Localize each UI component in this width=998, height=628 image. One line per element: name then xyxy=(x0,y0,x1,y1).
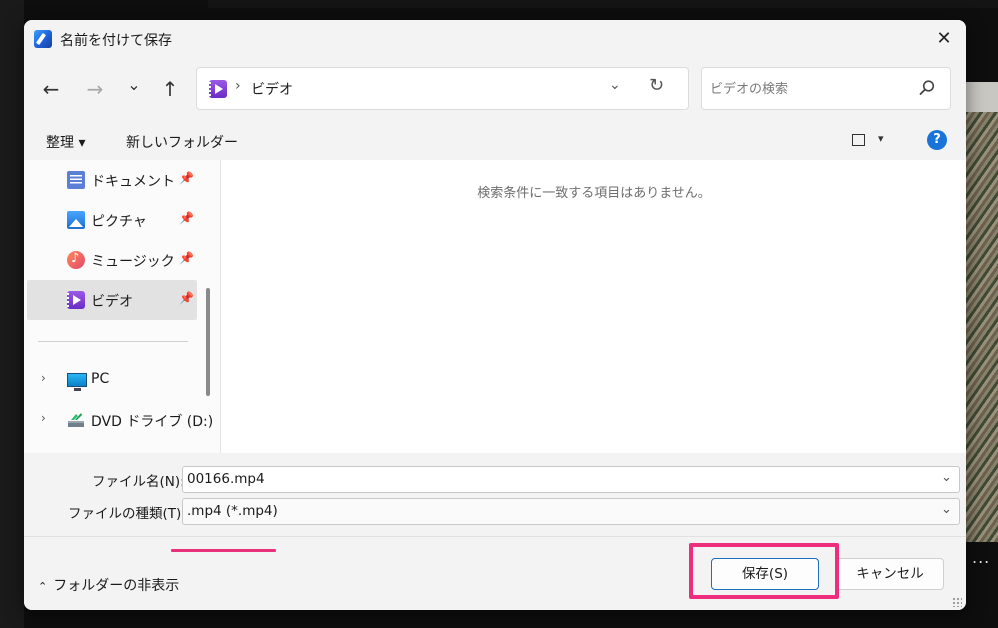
pin-icon: 📌 xyxy=(179,171,194,185)
videos-icon xyxy=(67,291,85,309)
videos-icon xyxy=(209,80,227,98)
footer-divider xyxy=(24,536,966,537)
hide-folders-label: フォルダーの非表示 xyxy=(53,578,180,594)
expand-chevron-icon[interactable]: › xyxy=(41,411,46,425)
empty-message: 検索条件に一致する項目はありません。 xyxy=(477,186,711,201)
chevron-down-icon[interactable]: ⌄ xyxy=(941,502,952,517)
sidebar-scrollbar[interactable] xyxy=(206,288,210,396)
dialog-title: 名前を付けて保存 xyxy=(60,33,172,49)
view-options-icon[interactable] xyxy=(852,134,865,146)
forward-button[interactable]: → xyxy=(82,77,108,101)
pictures-icon xyxy=(67,211,85,229)
save-highlight-annotation xyxy=(689,543,839,599)
organize-button[interactable]: 整理 ▾ xyxy=(46,132,85,152)
sidebar-divider xyxy=(38,341,188,342)
search-box[interactable] xyxy=(701,67,951,110)
more-options-icon[interactable]: ... xyxy=(972,548,990,567)
breadcrumb-videos[interactable]: ビデオ xyxy=(251,79,293,99)
background-photo-top xyxy=(964,82,998,112)
refresh-icon[interactable]: ↻ xyxy=(649,75,664,96)
cancel-button[interactable]: キャンセル xyxy=(836,558,944,590)
content-area: ドキュメント 📌 ピクチャ 📌 ミュージック 📌 ビデオ 📌 › xyxy=(24,160,966,453)
chevron-down-icon[interactable]: ⌄ xyxy=(941,470,952,485)
sidebar-item-pc[interactable]: › PC xyxy=(27,360,197,400)
sidebar-item-pictures[interactable]: ピクチャ 📌 xyxy=(27,200,197,240)
pc-icon xyxy=(67,373,87,391)
filetype-underline-annotation xyxy=(171,549,276,552)
back-button[interactable]: ← xyxy=(38,77,64,101)
music-icon xyxy=(67,251,85,269)
view-options-dropdown-icon[interactable]: ▾ xyxy=(878,132,884,145)
address-bar[interactable]: › ビデオ ⌄ ↻ xyxy=(196,67,689,110)
sidebar-item-label: ミュージック xyxy=(91,254,175,270)
sidebar-item-label: ピクチャ xyxy=(91,214,147,230)
sidebar-item-label: PC xyxy=(91,371,110,387)
filetype-select[interactable]: .mp4 (*.mp4) ⌄ xyxy=(182,498,960,525)
app-icon xyxy=(34,30,52,48)
sidebar-item-videos[interactable]: ビデオ 📌 xyxy=(27,280,197,320)
sidebar-item-music[interactable]: ミュージック 📌 xyxy=(27,240,197,280)
filename-value[interactable]: 00166.mp4 xyxy=(187,471,265,487)
search-input[interactable] xyxy=(710,78,910,100)
filename-field[interactable]: 00166.mp4 ⌄ xyxy=(182,466,960,493)
sidebar-item-dvd-drive[interactable]: › DVD ドライブ (D:) xyxy=(27,400,213,440)
title-bar: 名前を付けて保存 ✕ xyxy=(24,20,966,58)
pin-icon: 📌 xyxy=(179,291,194,305)
close-button[interactable]: ✕ xyxy=(930,26,958,52)
document-icon xyxy=(67,171,85,189)
breadcrumb-separator[interactable]: › xyxy=(235,78,241,94)
dvd-drive-icon xyxy=(68,413,84,427)
background-photo xyxy=(964,82,998,542)
sidebar-item-label: ドキュメント xyxy=(91,174,175,190)
chevron-up-icon: ⌃ xyxy=(38,580,48,593)
resize-grip[interactable] xyxy=(952,597,962,607)
sidebar-item-label: ビデオ xyxy=(91,294,133,310)
sidebar-item-label: DVD ドライブ (D:) xyxy=(91,414,214,430)
navigation-pane: ドキュメント 📌 ピクチャ 📌 ミュージック 📌 ビデオ 📌 › xyxy=(24,160,220,453)
pin-icon: 📌 xyxy=(179,211,194,225)
navigation-bar: ← → ⌄ ↑ › ビデオ ⌄ ↻ xyxy=(24,58,966,122)
filetype-label: ファイルの種類(T): xyxy=(68,506,186,522)
help-icon[interactable]: ? xyxy=(927,130,947,150)
filename-label: ファイル名(N): xyxy=(92,474,185,490)
save-form: ファイル名(N): 00166.mp4 ⌄ ファイルの種類(T): .mp4 (… xyxy=(24,453,966,610)
new-folder-button[interactable]: 新しいフォルダー xyxy=(126,132,238,152)
file-list[interactable]: 検索条件に一致する項目はありません。 xyxy=(220,160,966,453)
expand-chevron-icon[interactable]: › xyxy=(41,371,46,385)
up-button[interactable]: ↑ xyxy=(157,77,183,101)
filetype-value: .mp4 (*.mp4) xyxy=(187,503,278,519)
hide-folders-button[interactable]: ⌃ フォルダーの非表示 xyxy=(38,575,179,595)
search-icon[interactable] xyxy=(918,79,936,97)
pin-icon: 📌 xyxy=(179,251,194,265)
background-app-edge xyxy=(0,0,24,628)
background-app-titlebar xyxy=(208,0,998,8)
sidebar-item-documents[interactable]: ドキュメント 📌 xyxy=(27,160,197,200)
address-dropdown-icon[interactable]: ⌄ xyxy=(609,77,621,93)
recent-locations-button[interactable]: ⌄ xyxy=(121,73,147,97)
save-as-dialog: 名前を付けて保存 ✕ ← → ⌄ ↑ › ビデオ ⌄ ↻ 整理 ▾ 新しいフォル… xyxy=(24,20,966,610)
command-toolbar: 整理 ▾ 新しいフォルダー ▾ ? xyxy=(24,122,966,160)
